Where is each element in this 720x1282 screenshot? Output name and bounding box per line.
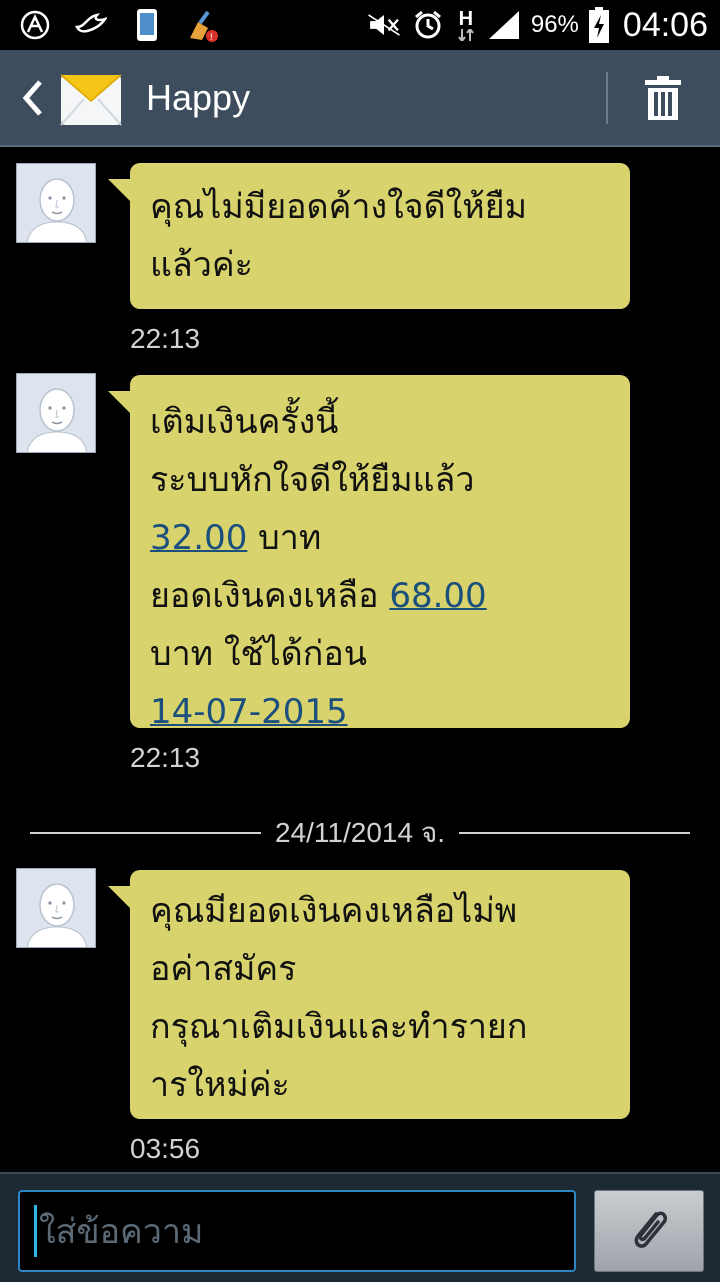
message-time: 22:13 <box>130 742 201 773</box>
avatar[interactable] <box>16 373 96 453</box>
message-input[interactable]: ใส่ข้อความ <box>18 1190 576 1272</box>
battery-icon <box>588 7 609 43</box>
bird-icon <box>74 8 108 42</box>
date-separator: 24/11/2014 จ. <box>30 815 690 851</box>
message-text: แล้วค่ะ <box>150 245 253 285</box>
header-divider <box>606 72 608 124</box>
back-button[interactable] <box>12 50 52 145</box>
separator-date: 24/11/2014 จ. <box>274 817 446 848</box>
balance-link[interactable]: 68.00 <box>389 576 486 616</box>
text-cursor <box>34 1205 37 1257</box>
avatar[interactable] <box>16 868 96 948</box>
battery-percent: 96% <box>530 11 579 38</box>
signal-icon <box>487 8 521 42</box>
compose-bar: ใส่ข้อความ <box>0 1172 720 1282</box>
phone-icon <box>130 8 164 42</box>
message-time: 22:13 <box>130 323 201 354</box>
svg-text:!: ! <box>210 33 214 42</box>
message-text: กรุณาเติมเงินและทำรายก <box>150 1007 528 1047</box>
separator-line <box>30 832 261 834</box>
delete-button[interactable] <box>632 68 694 128</box>
mute-icon <box>367 8 401 42</box>
message-text: ารใหม่ค่ะ <box>150 1065 290 1105</box>
message-bubble[interactable]: คุณไม่มียอดค้างใจดีให้ยืม แล้วค่ะ <box>108 163 630 309</box>
cleaner-icon: ! <box>186 8 220 42</box>
paperclip-icon[interactable] <box>626 1206 672 1256</box>
conversation-header: Happy <box>0 50 720 147</box>
date-link[interactable]: 14-07-2015 <box>150 692 348 732</box>
message-text: เติมเงินครั้งนี้ <box>150 402 339 442</box>
avatar[interactable] <box>16 163 96 243</box>
envelope-icon <box>60 69 122 127</box>
alarm-icon <box>411 8 445 42</box>
message-text: ระบบหักใจดีให้ยืมแล้ว <box>150 460 475 500</box>
message-text: 32.00 บาท <box>150 518 322 558</box>
default-contact-icon <box>17 164 95 242</box>
message-input-placeholder: ใส่ข้อความ <box>39 1212 204 1252</box>
message-time: 03:56 <box>130 1133 201 1164</box>
android-wear-icon <box>18 8 52 42</box>
message-bubble[interactable]: เติมเงินครั้งนี้ ระบบหักใจดีให้ยืมแล้ว 3… <box>108 375 630 732</box>
trash-icon[interactable] <box>643 76 683 120</box>
status-bar: ! H 96% 04:06 <box>0 0 720 50</box>
message-text: อค่าสมัคร <box>150 949 297 989</box>
message-text: บาท ใช้ได้ก่อน <box>150 634 367 674</box>
network-h-icon: H <box>455 8 477 42</box>
message-text: คุณมียอดเงินคงเหลือไม่พ <box>150 891 518 931</box>
default-contact-icon <box>17 869 95 947</box>
separator-line <box>459 832 690 834</box>
contact-name: Happy <box>146 76 251 118</box>
message-text: 14-07-2015 <box>150 683 610 741</box>
default-contact-icon <box>17 374 95 452</box>
amount-link[interactable]: 32.00 <box>150 518 247 558</box>
message-text: คุณไม่มียอดค้างใจดีให้ยืม <box>150 187 528 227</box>
message-bubble[interactable]: คุณมียอดเงินคงเหลือไม่พ อค่าสมัคร กรุณาเ… <box>108 870 630 1119</box>
back-icon[interactable] <box>20 78 44 118</box>
message-text: ยอดเงินคงเหลือ 68.00 <box>150 576 487 616</box>
clock: 04:06 <box>622 5 708 44</box>
attach-button[interactable] <box>594 1190 704 1272</box>
